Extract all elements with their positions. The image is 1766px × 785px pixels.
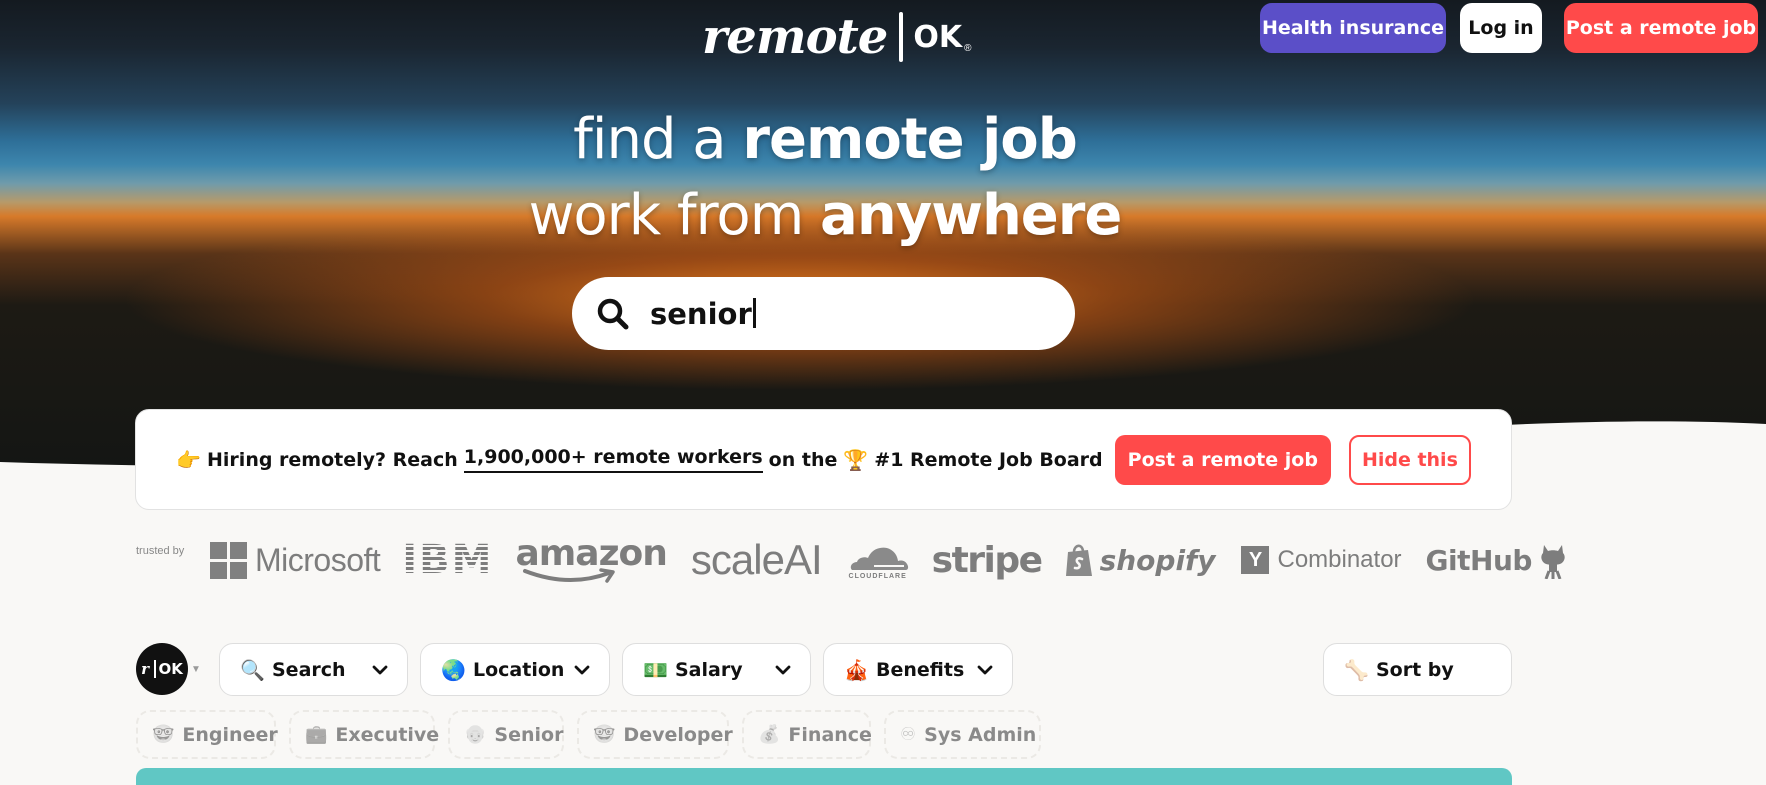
microsoft-grid-icon [210, 541, 247, 579]
logo-wordmark: remote [702, 9, 888, 65]
logo-ok: OK [913, 19, 963, 55]
remote-workers-link[interactable]: 1,900,000+ remote workers [463, 446, 763, 473]
cloudflare-cloud-icon [850, 547, 908, 570]
tag-label: Senior [494, 723, 564, 746]
location-filter-label: Location [473, 658, 565, 681]
ycombinator-logo: Y Combinator [1241, 546, 1402, 574]
search-filter-label: Search [272, 658, 346, 681]
tag-label: Finance [788, 723, 872, 746]
post-job-button[interactable]: Post a remote job [1564, 3, 1758, 53]
tag-sys-admin[interactable]: ♾ Sys Admin [884, 710, 1041, 759]
cloudflare-wordmark: CLOUDFLARE [848, 573, 907, 580]
ibm-logo: IBM [402, 537, 494, 583]
old-man-icon: 👴 [464, 724, 487, 745]
shopify-wordmark: shopify [1099, 543, 1216, 577]
stripe-logo: stripe [931, 539, 1043, 581]
job-listing-header-bar [136, 768, 1512, 785]
nerd-face-icon: 🤓 [593, 724, 616, 745]
hero-section: remote OK ® Health insurance Log in Post… [0, 0, 1766, 470]
banner-text-after: #1 Remote Job Board [874, 448, 1103, 471]
logo-registered-mark: ® [964, 43, 972, 54]
tag-finance[interactable]: 💰 Finance [742, 710, 872, 759]
amazon-smile-icon [523, 568, 616, 583]
search-input[interactable]: senior [572, 277, 1075, 350]
nerd-face-icon: 🤓 [152, 724, 175, 745]
scaleai-logo: scaleAI [690, 536, 823, 583]
tag-label: Sys Admin [924, 723, 1037, 746]
shopify-bag-icon [1065, 544, 1092, 576]
money-icon: 💵 [643, 657, 668, 682]
location-filter-dropdown[interactable]: 🌏 Location [420, 643, 610, 696]
github-wordmark: GitHub [1425, 543, 1533, 577]
trusted-logos: Microsoft IBM amazon scaleAI CLOUDFLARE … [210, 535, 1568, 585]
trusted-by-label: trusted by [136, 545, 185, 557]
infinity-icon: ♾ [900, 724, 917, 745]
microsoft-wordmark: Microsoft [255, 541, 381, 578]
tag-executive[interactable]: 💼 Executive [289, 710, 439, 759]
circus-tent-icon: 🎪 [844, 657, 869, 682]
ycombinator-y-icon: Y [1241, 546, 1270, 574]
bone-icon: 🦴 [1344, 657, 1369, 682]
octocat-icon [1541, 545, 1565, 579]
site-logo[interactable]: remote OK ® [702, 6, 971, 68]
pointing-hand-icon: 👉 [176, 447, 202, 472]
salary-filter-label: Salary [675, 658, 743, 681]
headline-line-2: work from anywhere [0, 188, 1650, 244]
magnifier-icon: 🔍 [240, 657, 265, 682]
cloudflare-logo: CLOUDFLARE [846, 540, 910, 580]
shopify-logo: shopify [1064, 542, 1216, 578]
headline-2-light: work from [528, 183, 821, 248]
chevron-down-icon [574, 665, 590, 675]
banner-text-before: Hiring remotely? Reach [207, 448, 458, 471]
text-caret [752, 297, 756, 328]
headline-2-bold: anywhere [820, 183, 1122, 248]
globe-icon: 🌏 [441, 657, 466, 682]
login-button[interactable]: Log in [1460, 3, 1542, 53]
avatar-ok: OK [158, 660, 183, 678]
tag-developer[interactable]: 🤓 Developer [577, 710, 733, 759]
salary-filter-dropdown[interactable]: 💵 Salary [622, 643, 811, 696]
trophy-icon: 🏆 [843, 447, 869, 472]
remoteok-avatar[interactable]: r OK [136, 643, 188, 695]
search-query: senior [650, 296, 752, 331]
search-filter-dropdown[interactable]: 🔍 Search [219, 643, 408, 696]
hiring-banner: 👉 Hiring remotely? Reach 1,900,000+ remo… [135, 409, 1512, 510]
benefits-filter-dropdown[interactable]: 🎪 Benefits [823, 643, 1013, 696]
search-icon [597, 298, 629, 329]
headline-1-light: find a [573, 107, 743, 172]
chevron-down-icon [775, 665, 791, 675]
tag-label: Engineer [182, 723, 278, 746]
logo-divider [899, 12, 904, 62]
github-logo: GitHub [1426, 541, 1568, 579]
tag-engineer[interactable]: 🤓 Engineer [136, 710, 278, 759]
amazon-logo: amazon [515, 533, 668, 584]
banner-post-job-button[interactable]: Post a remote job [1114, 434, 1331, 485]
headline-1-bold: remote job [742, 107, 1077, 172]
sort-by-dropdown[interactable]: 🦴 Sort by [1323, 643, 1512, 696]
avatar-caret-icon[interactable]: ▼ [191, 664, 201, 675]
sort-by-label: Sort by [1376, 658, 1454, 681]
banner-text-mid: on the [768, 448, 838, 471]
tag-senior[interactable]: 👴 Senior [448, 710, 564, 759]
health-insurance-button[interactable]: Health insurance [1260, 3, 1446, 53]
ycombinator-wordmark: Combinator [1277, 546, 1402, 573]
benefits-filter-label: Benefits [876, 658, 965, 681]
tag-label: Executive [335, 723, 440, 746]
avatar-r: r [141, 660, 150, 678]
tag-label: Developer [623, 723, 733, 746]
amazon-wordmark: amazon [515, 533, 667, 574]
hide-banner-button[interactable]: Hide this [1348, 434, 1471, 485]
microsoft-logo: Microsoft [210, 541, 402, 579]
headline-line-1: find a remote job [0, 112, 1650, 168]
banner-message: 👉 Hiring remotely? Reach 1,900,000+ remo… [176, 446, 1103, 473]
chevron-down-icon [977, 665, 993, 675]
avatar-divider [154, 660, 156, 678]
money-bag-icon: 💰 [758, 724, 781, 745]
briefcase-icon: 💼 [305, 724, 328, 745]
search-input-value[interactable]: senior [650, 297, 756, 331]
chevron-down-icon [372, 665, 388, 675]
